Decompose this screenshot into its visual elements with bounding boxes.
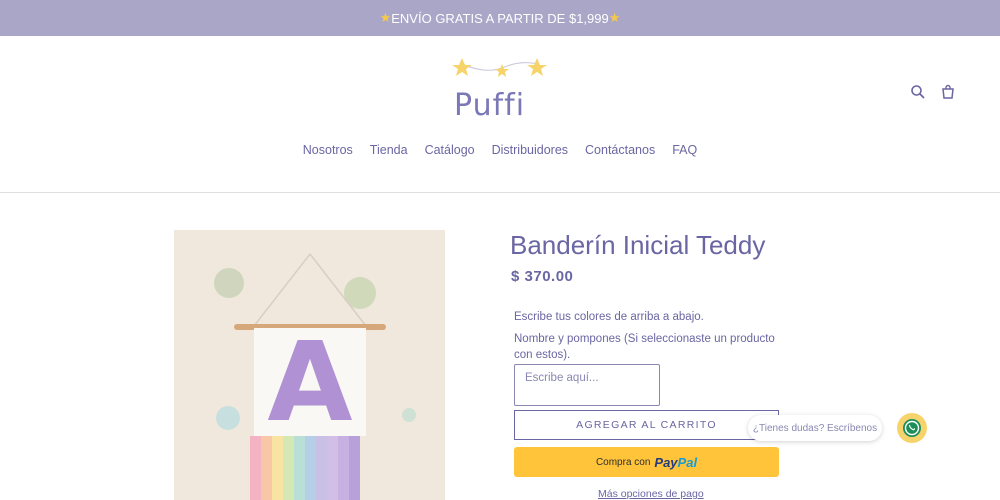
whatsapp-bubble[interactable]: ¿Tienes dudas? Escríbenos	[748, 415, 882, 441]
nav-item-tienda[interactable]: Tienda	[370, 143, 408, 157]
paypal-button[interactable]: Compra con PayPal	[514, 447, 779, 477]
announcement-bar: ★ ENVÍO GRATIS A PARTIR DE $1,999 ★	[0, 0, 1000, 36]
cart-icon[interactable]	[940, 84, 956, 100]
nav-item-catalogo[interactable]: Catálogo	[425, 143, 475, 157]
custom-field-label: Nombre y pompones (Si seleccionaste un p…	[514, 333, 775, 361]
product-price: $ 370.00	[511, 268, 574, 285]
instructions-text: Escribe tus colores de arriba a abajo.	[514, 311, 704, 323]
nav-item-contactanos[interactable]: Contáctanos	[585, 143, 655, 157]
more-payment-options-link[interactable]: Más opciones de pago	[598, 488, 704, 500]
product-image[interactable]: A	[174, 230, 445, 500]
brand-name: Puffi	[454, 88, 526, 123]
star-icon: ★	[379, 10, 392, 25]
star-icon: ★	[608, 10, 621, 25]
add-to-cart-button[interactable]: AGREGAR AL CARRITO	[514, 410, 779, 440]
product-title: Banderín Inicial Teddy	[510, 230, 766, 260]
announcement-text: ENVÍO GRATIS A PARTIR DE $1,999	[391, 10, 609, 26]
nav-item-nosotros[interactable]: Nosotros	[303, 143, 353, 157]
search-icon[interactable]	[910, 84, 926, 100]
whatsapp-icon[interactable]	[896, 412, 928, 444]
custom-name-input[interactable]	[514, 364, 660, 406]
nav-item-faq[interactable]: FAQ	[672, 143, 697, 157]
paypal-logo: PayPal	[654, 454, 698, 470]
product-letter: A	[267, 318, 352, 446]
nav-item-distribuidores[interactable]: Distribuidores	[492, 143, 568, 157]
main-nav: Nosotros Tienda Catálogo Distribuidores …	[0, 143, 1000, 157]
site-header: Puffi Nosotros Tienda Catálogo Distribui…	[0, 36, 1000, 193]
paypal-prefix: Compra con	[595, 456, 651, 468]
brand-logo[interactable]: Puffi	[440, 54, 560, 134]
